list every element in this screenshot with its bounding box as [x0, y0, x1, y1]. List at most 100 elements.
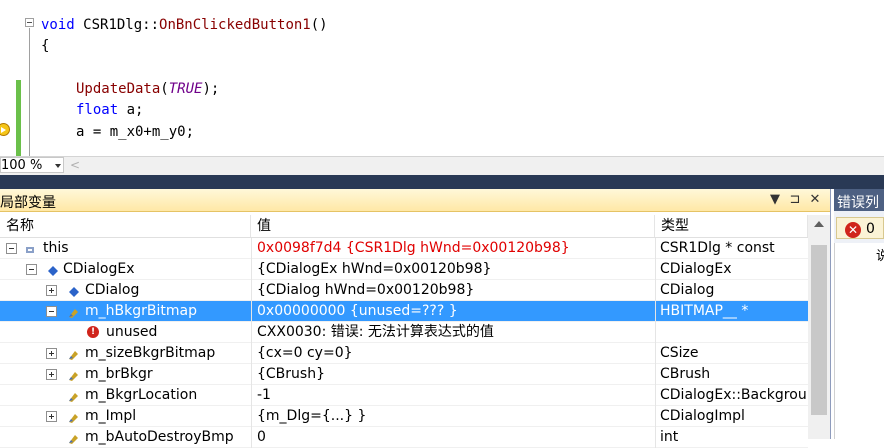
variable-name: CDialogEx — [63, 261, 135, 277]
table-row[interactable]: m_bAutoDestroyBmp 0 int — [0, 427, 808, 448]
name-cell: this — [0, 238, 251, 259]
value-cell[interactable]: {CBrush} — [255, 364, 655, 385]
error-list-title: 错误列 — [837, 195, 879, 211]
type-cell: CDialogImpl — [660, 408, 745, 424]
locals-window: 局部变量 ▼ ⊐ ✕ 名称 值 类型 this 0x0098f7d4 {CSR1D… — [0, 189, 831, 448]
code-line[interactable]: void CSR1Dlg::OnBnClickedButton1() — [41, 16, 328, 34]
column-divider — [655, 406, 656, 427]
error-count: 0 — [866, 221, 875, 237]
column-divider — [655, 259, 656, 280]
code-token: a = m_x0+m_y0; — [76, 124, 195, 140]
field-icon — [67, 305, 79, 318]
code-token: TRUE — [168, 81, 203, 97]
field-icon — [67, 347, 79, 360]
column-header-name[interactable]: 名称 — [0, 215, 251, 237]
value-cell[interactable]: {cx=0 cy=0} — [255, 343, 655, 364]
scroll-left-icon[interactable]: < — [70, 158, 80, 172]
value-cell[interactable]: 0x00000000 {unused=??? } — [255, 301, 655, 322]
table-row[interactable]: CDialog {CDialog hWnd=0x00120b98} CDialog — [0, 280, 808, 301]
collapse-icon[interactable] — [26, 264, 37, 275]
variable-name: m_hBkgrBitmap — [85, 303, 197, 319]
column-divider — [655, 322, 656, 343]
window-position-icon[interactable]: ▼ — [768, 192, 782, 207]
code-token: a; — [126, 102, 144, 118]
column-divider — [251, 406, 252, 427]
code-token: OnBnClickedButton1 — [159, 17, 311, 33]
name-cell: CDialogEx — [0, 259, 251, 280]
variable-name: m_BkgrLocation — [85, 387, 198, 403]
field-icon — [67, 368, 79, 381]
code-token: { — [41, 38, 50, 54]
type-cell: CDialogEx — [660, 261, 732, 277]
code-line[interactable]: a = m_x0+m_y0; — [76, 123, 194, 141]
column-divider — [655, 238, 656, 259]
code-token: ); — [202, 81, 220, 97]
name-cell: m_hBkgrBitmap — [0, 301, 251, 322]
type-cell: HBITMAP__ * — [660, 303, 749, 319]
editor-status-bar: 100 % < — [0, 156, 884, 175]
error-icon: ✕ — [845, 222, 861, 238]
type-cell: CDialogEx::Backgrour — [660, 387, 808, 403]
code-line[interactable]: float a; — [76, 101, 143, 119]
code-token: UpdateData — [76, 81, 161, 97]
field-icon — [67, 410, 79, 423]
value-cell[interactable]: 0 — [255, 427, 655, 448]
code-token: () — [310, 17, 328, 33]
value-cell[interactable]: {m_Dlg={...} } — [255, 406, 655, 427]
table-row[interactable]: ! unused CXX0030: 错误: 无法计算表达式的值 — [0, 322, 808, 343]
column-divider — [655, 427, 656, 448]
column-divider — [655, 343, 656, 364]
code-editor[interactable]: void CSR1Dlg::OnBnClickedButton1() { Upd… — [0, 0, 884, 156]
vertical-scrollbar[interactable] — [808, 215, 830, 439]
table-row[interactable]: m_Impl {m_Dlg={...} } CDialogImpl — [0, 406, 808, 427]
close-icon[interactable]: ✕ — [808, 192, 822, 207]
table-row[interactable]: this 0x0098f7d4 {CSR1Dlg hWnd=0x00120b98}… — [0, 238, 808, 259]
type-cell: int — [660, 429, 679, 445]
table-row[interactable]: m_hBkgrBitmap 0x00000000 {unused=??? } HBI… — [0, 301, 808, 322]
collapse-icon[interactable] — [46, 306, 57, 317]
column-divider — [251, 259, 252, 280]
scrollbar-thumb[interactable] — [811, 245, 827, 415]
name-cell: m_Impl — [0, 406, 251, 427]
code-line[interactable]: { — [41, 37, 49, 55]
expand-icon[interactable] — [46, 411, 57, 422]
expand-icon[interactable] — [46, 348, 57, 359]
zoom-value: 100 % — [1, 158, 43, 173]
column-header-description[interactable]: 说 — [876, 245, 884, 264]
table-row[interactable]: m_sizeBkgrBitmap {cx=0 cy=0} CSize — [0, 343, 808, 364]
field-icon — [67, 389, 79, 402]
table-row[interactable]: CDialogEx {CDialogEx hWnd=0x00120b98} CDia… — [0, 259, 808, 280]
name-cell: ! unused — [0, 322, 251, 343]
name-cell: CDialog — [0, 280, 251, 301]
locals-title-bar[interactable]: 局部变量 ▼ ⊐ ✕ — [0, 189, 830, 212]
column-divider — [251, 364, 252, 385]
column-divider — [251, 301, 252, 322]
chevron-down-icon — [55, 164, 61, 168]
pin-icon[interactable]: ⊐ — [788, 192, 802, 207]
expand-icon[interactable] — [46, 285, 57, 296]
value-cell[interactable]: {CDialog hWnd=0x00120b98} — [255, 280, 655, 301]
error-list-title-bar[interactable]: 错误列 — [834, 189, 884, 211]
value-cell[interactable]: -1 — [255, 385, 655, 406]
name-cell: m_sizeBkgrBitmap — [0, 343, 251, 364]
zoom-dropdown[interactable]: 100 % — [0, 157, 64, 173]
value-cell[interactable]: 0x0098f7d4 {CSR1Dlg hWnd=0x00120b98} — [255, 238, 655, 259]
type-cell: CSR1Dlg * const — [660, 240, 775, 256]
collapse-icon[interactable] — [6, 243, 17, 254]
change-marker — [16, 98, 21, 156]
collapse-icon[interactable] — [25, 18, 34, 27]
column-header-value[interactable]: 值 — [251, 215, 655, 237]
variable-name: CDialog — [85, 282, 140, 298]
value-cell[interactable]: {CDialogEx hWnd=0x00120b98} — [255, 259, 655, 280]
type-cell: CSize — [660, 345, 699, 361]
expand-icon[interactable] — [46, 369, 57, 380]
table-row[interactable]: m_brBkgr {CBrush} CBrush — [0, 364, 808, 385]
panel-splitter[interactable] — [0, 175, 884, 189]
value-cell[interactable]: CXX0030: 错误: 无法计算表达式的值 — [255, 322, 655, 343]
scroll-up-icon[interactable] — [814, 221, 824, 227]
table-row[interactable]: m_BkgrLocation -1 CDialogEx::Backgrour — [0, 385, 808, 406]
code-line[interactable]: UpdateData(TRUE); — [76, 80, 219, 98]
field-icon — [67, 431, 79, 444]
column-header-type[interactable]: 类型 — [655, 215, 808, 237]
error-list-window: 错误列 ✕ 0 说 — [834, 189, 884, 439]
